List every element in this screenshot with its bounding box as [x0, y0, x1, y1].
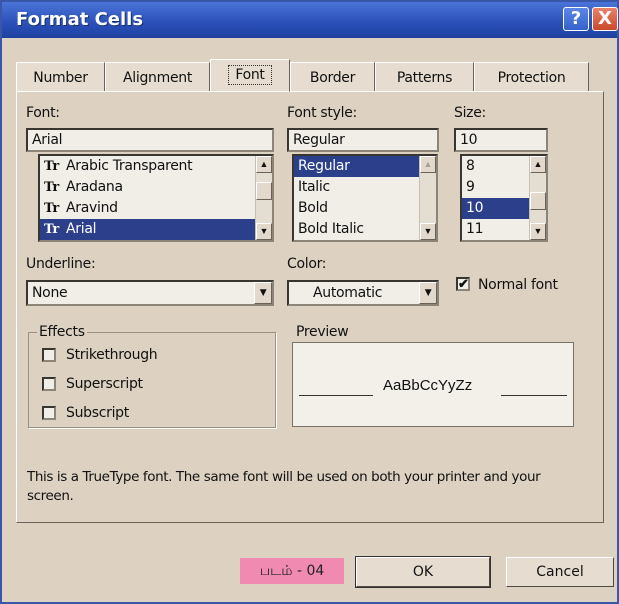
scroll-thumb[interactable]: [256, 182, 272, 200]
size-list[interactable]: 8 9 10 11 ▲ ▼: [460, 154, 548, 242]
preview-title: Preview: [296, 324, 349, 340]
scroll-down-icon[interactable]: ▼: [420, 223, 436, 240]
help-button[interactable]: ?: [563, 7, 589, 31]
size-list-scrollbar[interactable]: ▲ ▼: [529, 156, 546, 240]
truetype-icon: Tr: [44, 180, 59, 195]
font-style-label: Font style:: [287, 105, 357, 121]
color-value: Automatic: [313, 285, 383, 301]
strikethrough-checkbox[interactable]: [42, 348, 56, 362]
list-item[interactable]: Bold Italic: [294, 219, 436, 240]
list-item-selected[interactable]: Regular: [294, 156, 436, 177]
tab-alignment[interactable]: Alignment: [105, 62, 210, 91]
subscript-label: Subscript: [66, 405, 129, 421]
color-select[interactable]: Automatic ▼: [287, 280, 439, 306]
superscript-checkbox[interactable]: [42, 377, 56, 391]
size-label: Size:: [454, 105, 486, 121]
scroll-thumb[interactable]: [530, 192, 546, 210]
font-list[interactable]: Tr Arabic Transparent Tr Aradana Tr Aravind…: [38, 154, 274, 242]
list-item-selected[interactable]: Tr Arial: [40, 219, 272, 240]
font-list-scrollbar[interactable]: ▲ ▼: [255, 156, 272, 240]
close-icon: X: [598, 8, 612, 29]
font-style-scrollbar[interactable]: ▲ ▼: [419, 156, 436, 240]
strikethrough-label: Strikethrough: [66, 347, 158, 363]
tab-patterns[interactable]: Patterns: [375, 62, 474, 91]
preview-sample: AaBbCcYyZz: [383, 377, 473, 394]
list-item[interactable]: Bold: [294, 198, 436, 219]
scroll-down-icon[interactable]: ▼: [256, 223, 272, 240]
scroll-up-icon[interactable]: ▲: [420, 156, 436, 173]
size-input[interactable]: 10: [454, 128, 548, 152]
effects-title: Effects: [37, 324, 87, 340]
tab-number[interactable]: Number: [16, 62, 105, 91]
normal-font-label: Normal font: [478, 277, 558, 293]
format-cells-dialog: Format Cells ? X Number Alignment Font B…: [0, 0, 619, 604]
list-item[interactable]: Tr Aradana: [40, 177, 272, 198]
preview-baseline: [501, 395, 567, 396]
tab-border[interactable]: Border: [290, 62, 375, 91]
superscript-label: Superscript: [66, 376, 143, 392]
preview-baseline: [299, 395, 373, 396]
help-icon: ?: [570, 8, 582, 29]
truetype-icon: Tr: [44, 201, 59, 216]
scroll-up-icon[interactable]: ▲: [256, 156, 272, 173]
figure-caption: படம் - 04: [240, 558, 344, 584]
font-style-list[interactable]: Regular Italic Bold Bold Italic ▲ ▼: [292, 154, 438, 242]
title-bar: Format Cells ? X: [2, 2, 618, 38]
truetype-note: This is a TrueType font. The same font w…: [27, 469, 541, 504]
underline-select[interactable]: None ▼: [26, 280, 274, 306]
ok-button[interactable]: OK: [355, 556, 491, 588]
chevron-down-icon[interactable]: ▼: [419, 282, 437, 304]
truetype-icon: Tr: [44, 159, 59, 174]
chevron-down-icon[interactable]: ▼: [254, 282, 272, 304]
tab-font[interactable]: Font: [210, 59, 290, 92]
font-label: Font:: [26, 105, 60, 121]
scroll-down-icon[interactable]: ▼: [530, 223, 546, 240]
underline-value: None: [32, 285, 68, 301]
underline-label: Underline:: [26, 256, 96, 272]
list-item[interactable]: Italic: [294, 177, 436, 198]
cancel-button[interactable]: Cancel: [506, 557, 614, 587]
truetype-icon: Tr: [44, 222, 59, 237]
font-input[interactable]: Arial: [26, 128, 274, 152]
color-label: Color:: [287, 256, 327, 272]
normal-font-checkbox[interactable]: ✔: [456, 277, 470, 291]
preview-box: AaBbCcYyZz: [292, 342, 574, 427]
tab-protection[interactable]: Protection: [474, 62, 589, 91]
close-button[interactable]: X: [592, 7, 618, 31]
font-style-input[interactable]: Regular: [287, 128, 439, 152]
list-item[interactable]: Tr Aravind: [40, 198, 272, 219]
scroll-up-icon[interactable]: ▲: [530, 156, 546, 173]
list-item[interactable]: Tr Arabic Transparent: [40, 156, 272, 177]
subscript-checkbox[interactable]: [42, 406, 56, 420]
window-title: Format Cells: [16, 9, 144, 30]
